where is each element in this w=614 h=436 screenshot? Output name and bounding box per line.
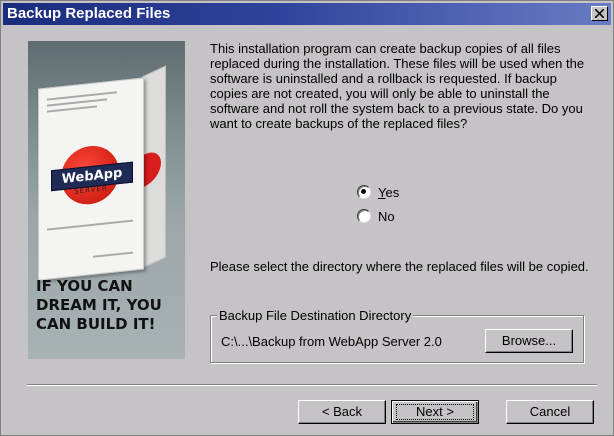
select-directory-text: Please select the directory where the re… (210, 259, 589, 274)
box-side-logo (143, 146, 161, 188)
back-button[interactable]: < Back (298, 400, 386, 424)
box-side-panel (142, 65, 166, 269)
next-button-label: Next > (416, 404, 454, 419)
window-title: Backup Replaced Files (7, 5, 171, 22)
box-front-panel: WebApp SERVER (38, 77, 144, 281)
option-no-label[interactable]: No (378, 209, 395, 224)
back-button-label: < Back (321, 404, 363, 419)
box-text-line (93, 251, 133, 258)
option-yes-label[interactable]: Yes (378, 185, 399, 200)
browse-button-label: Browse... (501, 333, 557, 348)
box-text-line (47, 105, 97, 113)
tagline: IF YOU CAN DREAM IT, YOU CAN BUILD IT! (36, 277, 162, 333)
close-button[interactable] (591, 6, 608, 21)
destination-path: C:\...\Backup from WebApp Server 2.0 (221, 334, 442, 349)
radio-no[interactable] (357, 209, 371, 223)
box-text-line (47, 219, 133, 231)
backup-replaced-files-dialog: Backup Replaced Files WebApp SERVER IF Y… (0, 0, 614, 436)
option-no[interactable]: No (357, 208, 395, 224)
footer-separator (27, 384, 597, 386)
cancel-button[interactable]: Cancel (506, 400, 594, 424)
destination-groupbox: Backup File Destination Directory C:\...… (210, 308, 584, 363)
product-box-image: WebApp SERVER IF YOU CAN DREAM IT, YOU C… (28, 41, 185, 359)
next-button[interactable]: Next > (391, 400, 479, 424)
radio-yes[interactable] (357, 185, 371, 199)
browse-button[interactable]: Browse... (485, 329, 573, 353)
destination-group-label: Backup File Destination Directory (217, 308, 414, 323)
title-bar[interactable]: Backup Replaced Files (3, 3, 611, 25)
close-icon (595, 9, 604, 18)
cancel-button-label: Cancel (529, 404, 571, 419)
option-yes[interactable]: Yes (357, 184, 399, 200)
intro-text: This installation program can create bac… (210, 41, 585, 131)
